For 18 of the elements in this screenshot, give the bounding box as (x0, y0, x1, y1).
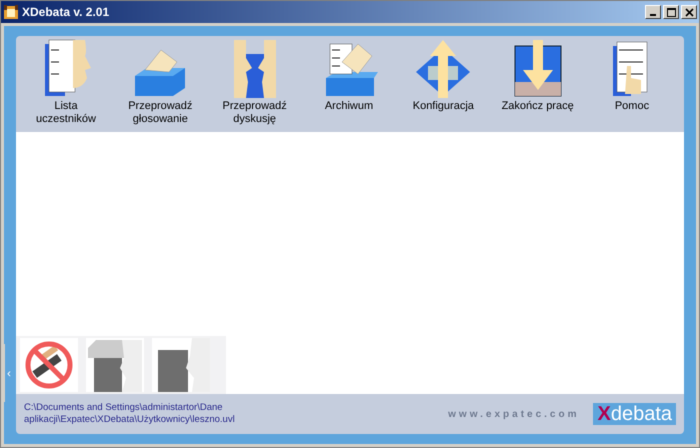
toolbar-button[interactable]: Zakończ pracę (494, 38, 582, 113)
website-text: www.expatec.com (448, 408, 580, 420)
logo: Xdebata (593, 403, 676, 425)
window-title: XDebata v. 2.01 (22, 5, 110, 19)
minimize-icon (650, 14, 656, 16)
file-path: C:\Documents and Settings\administartor\Dane aplikacji\Expatec\XDebata\Użytkownicy\leszno.uvl (24, 402, 236, 426)
toolbar-button[interactable]: Konfiguracja (399, 38, 488, 113)
toolbar-button[interactable]: Pomoc (588, 38, 676, 113)
toolbar-button[interactable]: Przeprowadź dyskusję (210, 38, 299, 126)
toolbar-button[interactable]: Lista uczestników (22, 38, 110, 126)
toolbar-button[interactable]: Przeprowadź głosowanie (116, 38, 204, 126)
close-icon (684, 8, 694, 16)
app-icon (3, 4, 19, 20)
minimize-button[interactable] (645, 5, 661, 19)
close-button[interactable] (681, 5, 697, 19)
maximize-icon (666, 8, 676, 16)
maximize-button[interactable] (663, 5, 679, 19)
toolbar-button[interactable]: Archiwum (304, 38, 393, 113)
